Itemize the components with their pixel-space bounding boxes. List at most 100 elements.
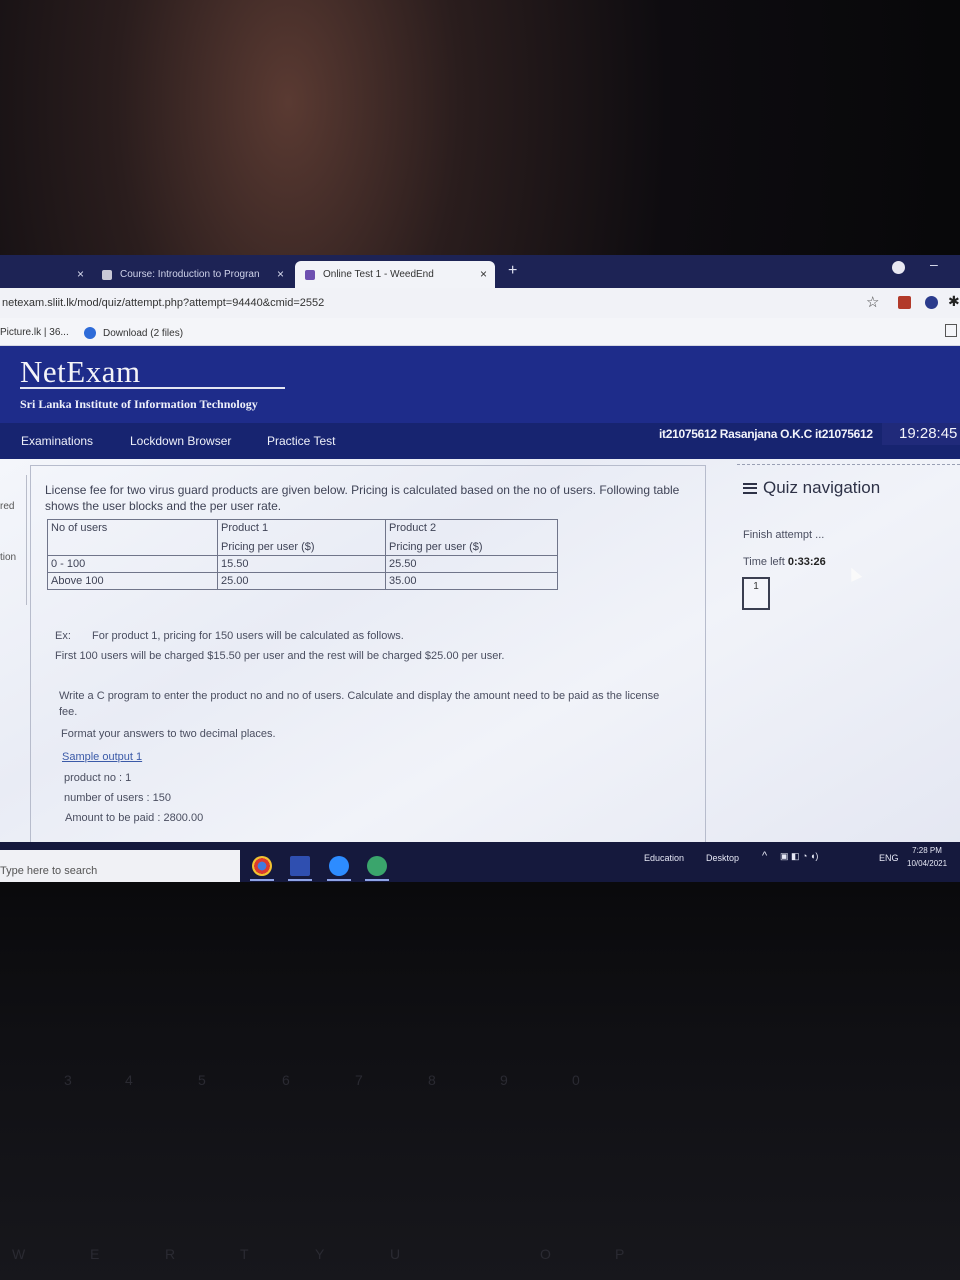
time-left-value: 0:33:26 — [787, 556, 826, 568]
table-cell: 35.00 — [385, 572, 558, 590]
quiz-nav-title-text: Quiz navigation — [763, 478, 881, 497]
laptop-keyboard: 3 4 5 6 7 8 9 0 W E R T Y U O P — [0, 882, 960, 1280]
download-bookmark-icon — [84, 327, 96, 339]
keyboard-key: 4 — [125, 1072, 133, 1088]
keyboard-key: W — [12, 1246, 26, 1262]
header-text: Product 2 — [389, 522, 437, 534]
example-label: Ex: — [55, 630, 71, 642]
url-field[interactable]: netexam.sliit.lk/mod/quiz/attempt.php?at… — [2, 297, 324, 309]
sample-line: product no : 1 — [64, 772, 132, 784]
close-tab-icon[interactable]: × — [480, 267, 487, 281]
bookmark-label: Download (2 files) — [103, 327, 184, 339]
pricing-table: No of users Product 1 Pricing per user (… — [47, 519, 558, 590]
taskbar-time: 7:28 PM — [912, 846, 942, 855]
browser-tab-course[interactable]: Course: Introduction to Progran × — [92, 261, 292, 288]
new-tab-button[interactable]: + — [508, 262, 517, 280]
left-question-info: red tion — [0, 475, 27, 605]
tab-label: Online Test 1 - WeedEnd — [323, 269, 434, 280]
table-row: Above 100 25.00 35.00 — [47, 572, 558, 590]
browser-tab-previous[interactable]: × — [0, 261, 92, 288]
nav-practice-test[interactable]: Practice Test — [267, 434, 335, 448]
quiz-navigation-heading[interactable]: Quiz navigation — [743, 478, 880, 498]
taskbar-clock[interactable]: 7:28 PM 10/04/2021 — [907, 844, 947, 870]
bookmark-label: Picture.lk | 36... — [0, 327, 69, 338]
keyboard-key: 6 — [282, 1072, 290, 1088]
sample-output-link[interactable]: Sample output 1 — [62, 751, 142, 763]
site-header: NetExam Sri Lanka Institute of Informati… — [0, 346, 960, 426]
tray-language[interactable]: ENG — [879, 853, 899, 863]
download-extension-icon[interactable] — [898, 296, 911, 309]
close-tab-icon[interactable]: × — [277, 267, 284, 281]
table-header-cell: Product 1 Pricing per user ($) — [217, 519, 386, 556]
question-panel: License fee for two virus guard products… — [30, 465, 706, 851]
keyboard-key: 9 — [500, 1072, 508, 1088]
whatsapp-icon[interactable] — [365, 856, 389, 881]
table-header-cell: No of users — [47, 519, 218, 556]
finish-attempt-link[interactable]: Finish attempt ... — [743, 529, 824, 541]
header-subtext: Pricing per user ($) — [389, 541, 483, 553]
taskbar-date: 10/04/2021 — [907, 859, 948, 868]
sample-line: number of users : 150 — [64, 792, 172, 804]
netexam-logo[interactable]: NetExam — [20, 354, 141, 390]
tray-icons[interactable]: ▣ ◧ ◔ ◖) — [780, 851, 818, 862]
table-cell: Above 100 — [47, 572, 218, 590]
table-header-cell: Product 2 Pricing per user ($) — [385, 519, 558, 556]
exam-clock: 19:28:45 — [882, 423, 960, 445]
example-line-1: For product 1, pricing for 150 users wil… — [92, 630, 404, 642]
format-note: Format your answers to two decimal place… — [61, 728, 276, 740]
bookmark-download[interactable]: Download (2 files) — [84, 327, 183, 339]
time-left: Time left 0:33:26 — [743, 556, 826, 568]
quiz-nav-divider — [737, 464, 960, 465]
table-cell: 25.50 — [385, 555, 558, 573]
puzzle-extension-icon[interactable]: ✱ — [948, 293, 960, 310]
close-tab-icon[interactable]: × — [77, 267, 84, 281]
nav-lockdown-browser[interactable]: Lockdown Browser — [130, 434, 231, 448]
reading-list-icon[interactable] — [945, 324, 957, 337]
address-bar: netexam.sliit.lk/mod/quiz/attempt.php?at… — [0, 288, 960, 318]
bookmark-star-icon[interactable]: ☆ — [866, 293, 879, 311]
browser-tab-strip: × Course: Introduction to Progran × Onli… — [0, 255, 960, 288]
taskbar-search-box[interactable]: Type here to search — [0, 850, 240, 882]
left-stub-text: red — [0, 501, 15, 512]
nav-examinations[interactable]: Examinations — [21, 434, 93, 448]
quiz-content: red tion License fee for two virus guard… — [0, 459, 960, 851]
toolbar-desktop[interactable]: Desktop — [706, 853, 739, 863]
question-intro: License fee for two virus guard products… — [45, 483, 680, 513]
bookmark-picture-lk[interactable]: Picture.lk | 36... — [0, 327, 69, 338]
tray-chevron-icon[interactable]: ^ — [762, 850, 767, 862]
bookmarks-bar: Picture.lk | 36... Download (2 files) — [0, 318, 960, 346]
keyboard-key: T — [240, 1246, 249, 1262]
zoom-icon[interactable] — [327, 856, 351, 881]
question-1-button[interactable]: 1 — [742, 577, 770, 610]
tab-label: Course: Introduction to Progran — [120, 269, 260, 280]
app-tile-icon[interactable] — [288, 856, 312, 881]
chrome-icon[interactable] — [250, 856, 274, 881]
browser-tab-online-test[interactable]: Online Test 1 - WeedEnd × — [295, 261, 495, 288]
sample-line: Amount to be paid : 2800.00 — [65, 812, 204, 824]
keyboard-key: 0 — [572, 1072, 580, 1088]
institute-name: Sri Lanka Institute of Information Techn… — [20, 397, 258, 411]
time-left-label: Time left — [743, 556, 785, 568]
minimize-button[interactable]: – — [930, 256, 938, 272]
keyboard-key: Y — [315, 1246, 325, 1262]
table-header-row: No of users Product 1 Pricing per user (… — [47, 519, 558, 556]
windows-taskbar: Type here to search Education Desktop ^ … — [0, 842, 960, 882]
left-stub-text: tion — [0, 552, 17, 563]
table-cell: 0 - 100 — [47, 555, 218, 573]
profile-icon[interactable] — [892, 261, 905, 274]
mouse-cursor-icon — [845, 565, 863, 582]
table-cell: 15.50 — [217, 555, 386, 573]
keyboard-key: R — [165, 1246, 176, 1262]
keyboard-key: 7 — [355, 1072, 363, 1088]
toolbar-education[interactable]: Education — [644, 853, 684, 863]
example-line-2: First 100 users will be charged $15.50 p… — [55, 650, 505, 662]
keyboard-key: O — [540, 1246, 551, 1262]
shield-extension-icon[interactable] — [925, 296, 938, 309]
user-menu[interactable]: it21075612 Rasanjana O.K.C it21075612 — [659, 427, 873, 441]
main-nav: Examinations Lockdown Browser Practice T… — [0, 423, 960, 459]
header-text: No of users — [51, 522, 108, 534]
keyboard-key: P — [615, 1246, 625, 1262]
keyboard-key: E — [90, 1246, 100, 1262]
keyboard-key: 8 — [428, 1072, 436, 1088]
course-favicon-icon — [102, 269, 112, 280]
